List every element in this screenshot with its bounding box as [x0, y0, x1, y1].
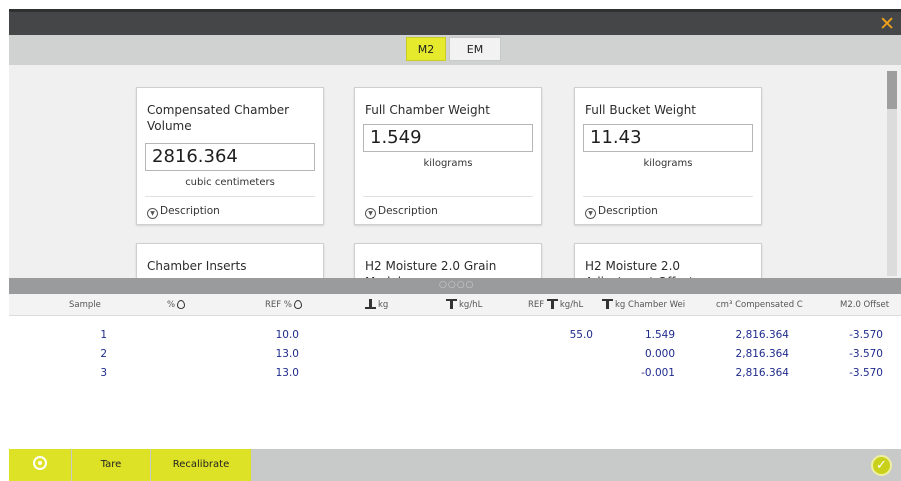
- cell-ref-moisture: 13.0: [275, 348, 299, 360]
- card-title: H2 Moisture 2.0 Grain Model: [365, 259, 497, 278]
- vertical-scrollbar[interactable]: [887, 71, 897, 276]
- test-weight-icon: [446, 299, 457, 309]
- tab-em[interactable]: EM: [449, 37, 501, 61]
- tab-bar: M2 EM: [9, 35, 901, 65]
- description-label: Description: [378, 205, 438, 217]
- refresh-button[interactable]: [9, 449, 71, 481]
- cell-chamber-weight: -0.001: [641, 367, 675, 379]
- card-unit: cubic centimeters: [185, 177, 275, 188]
- card-title: Full Chamber Weight: [365, 103, 490, 117]
- header-kghl[interactable]: kg/hL: [446, 294, 482, 316]
- header-compensated[interactable]: cm³ Compensated C: [716, 294, 803, 316]
- grip-dots-icon: ○○○○: [439, 280, 475, 290]
- chevron-down-circle-icon: ▼: [365, 208, 376, 219]
- card-title: Chamber Inserts: [147, 259, 247, 273]
- card-divider: [145, 196, 315, 197]
- chevron-down-circle-icon: ▼: [585, 208, 596, 219]
- bottom-toolbar: Tare Recalibrate ✓: [9, 449, 901, 481]
- card-title: Full Bucket Weight: [585, 103, 696, 117]
- cell-sample: 2: [100, 348, 107, 360]
- table-row[interactable]: 1 10.0 55.0 1.549 2,816.364 -3.570: [9, 327, 901, 343]
- cell-offset: -3.570: [849, 367, 883, 379]
- card-h2-moisture-grain-model: H2 Moisture 2.0 Grain Model: [354, 243, 542, 278]
- table-header: Sample % REF % kg kg/hL REF kg/hL kg Cha…: [9, 294, 901, 316]
- checkmark-icon[interactable]: ✓: [871, 455, 892, 476]
- chevron-down-circle-icon: ▼: [147, 208, 158, 219]
- card-full-bucket-weight: Full Bucket Weight 11.43 kilograms ▼ Desc…: [574, 87, 762, 225]
- cell-chamber-weight: 1.549: [644, 329, 675, 341]
- cell-sample: 3: [100, 367, 107, 379]
- app-window: ✕ M2 EM Compensated Chamber Volume 2816.…: [9, 9, 901, 481]
- full-bucket-weight-field[interactable]: 11.43: [583, 124, 753, 152]
- close-x-icon[interactable]: ✕: [879, 13, 895, 35]
- description-label: Description: [598, 205, 658, 217]
- card-unit: kilograms: [643, 158, 693, 169]
- cell-offset: -3.570: [849, 329, 883, 341]
- table-row[interactable]: 3 13.0 -0.001 2,816.364 -3.570: [9, 365, 901, 381]
- description-toggle[interactable]: ▼ Description: [147, 204, 220, 219]
- title-bar: ✕: [9, 9, 901, 35]
- header-chamber-weight[interactable]: kg Chamber Wei: [602, 294, 685, 316]
- card-chamber-inserts: Chamber Inserts: [136, 243, 324, 278]
- cell-compensated: 2,816.364: [735, 348, 789, 360]
- cell-compensated: 2,816.364: [735, 329, 789, 341]
- full-chamber-weight-field[interactable]: 1.549: [363, 124, 533, 152]
- description-toggle[interactable]: ▼ Description: [585, 204, 658, 219]
- samples-table: Sample % REF % kg kg/hL REF kg/hL kg Cha…: [9, 294, 901, 449]
- cell-offset: -3.570: [849, 348, 883, 360]
- card-title: H2 Moisture 2.0 Adjustment Offset: [585, 259, 694, 278]
- card-compensated-chamber-volume: Compensated Chamber Volume 2816.364 cubi…: [136, 87, 324, 225]
- test-weight-icon: [602, 299, 613, 309]
- description-toggle[interactable]: ▼ Description: [365, 204, 438, 219]
- cell-chamber-weight: 0.000: [644, 348, 675, 360]
- header-offset[interactable]: M2.0 Offset: [840, 294, 889, 316]
- card-title: Compensated Chamber Volume: [147, 103, 290, 133]
- card-divider: [583, 196, 753, 197]
- weight-icon: [365, 299, 376, 309]
- cell-ref-moisture: 10.0: [275, 329, 299, 341]
- cell-ref-kghl: 55.0: [569, 329, 593, 341]
- table-row[interactable]: 2 13.0 0.000 2,816.364 -3.570: [9, 346, 901, 362]
- refresh-icon: [33, 456, 47, 470]
- tare-button[interactable]: Tare: [72, 449, 150, 481]
- test-weight-icon: [546, 299, 558, 309]
- card-h2-moisture-adjustment-offset: H2 Moisture 2.0 Adjustment Offset: [574, 243, 762, 278]
- cell-ref-moisture: 13.0: [275, 367, 299, 379]
- cell-compensated: 2,816.364: [735, 367, 789, 379]
- header-sample[interactable]: Sample: [69, 294, 101, 316]
- recalibrate-button[interactable]: Recalibrate: [151, 449, 251, 481]
- compensated-chamber-volume-field[interactable]: 2816.364: [145, 143, 315, 171]
- scrollbar-thumb[interactable]: [887, 71, 897, 109]
- header-ref-moisture[interactable]: REF %: [265, 294, 302, 316]
- settings-cards-panel: Compensated Chamber Volume 2816.364 cubi…: [9, 65, 901, 278]
- card-full-chamber-weight: Full Chamber Weight 1.549 kilograms ▼ Des…: [354, 87, 542, 225]
- header-moisture[interactable]: %: [167, 294, 186, 316]
- header-ref-kghl[interactable]: REF kg/hL: [528, 294, 583, 316]
- moisture-drop-icon: [293, 300, 302, 309]
- card-divider: [363, 196, 533, 197]
- card-unit: kilograms: [423, 158, 473, 169]
- splitter-handle[interactable]: ○○○○: [9, 278, 901, 294]
- moisture-drop-icon: [177, 300, 186, 309]
- description-label: Description: [160, 205, 220, 217]
- header-kg[interactable]: kg: [365, 294, 388, 316]
- tab-m2[interactable]: M2: [406, 37, 446, 61]
- cell-sample: 1: [100, 329, 107, 341]
